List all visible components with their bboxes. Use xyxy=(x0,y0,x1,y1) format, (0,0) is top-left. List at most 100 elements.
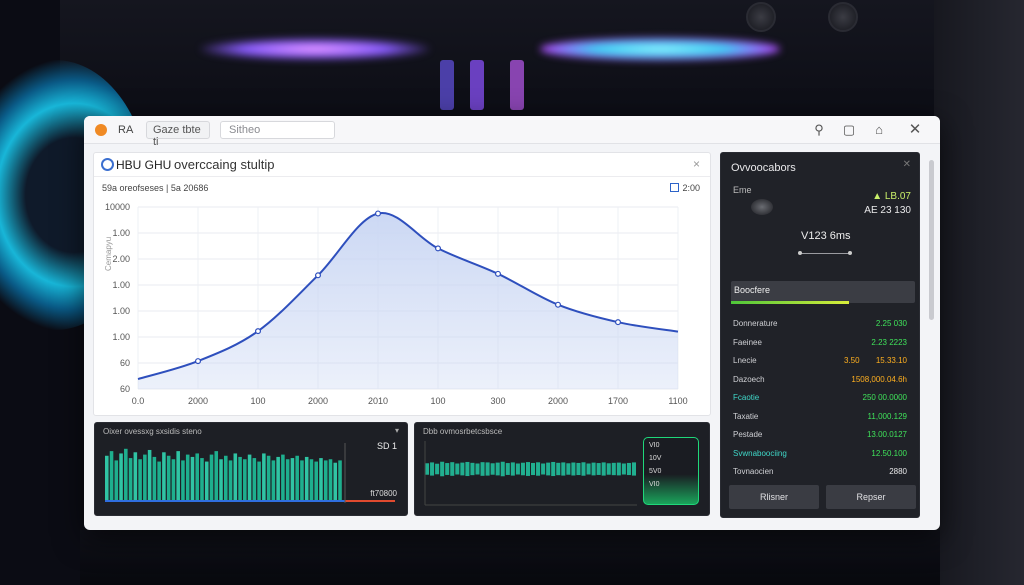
wave-bar xyxy=(606,463,611,475)
titlebar-tab[interactable]: Gaze tbte ti xyxy=(146,121,210,148)
side-delta: AE 23 130 xyxy=(864,205,911,216)
spectrum-bar xyxy=(119,453,123,501)
wave-bar xyxy=(611,462,616,476)
checkbox-icon[interactable] xyxy=(670,183,680,192)
stat-value: 2880 xyxy=(889,467,907,476)
oscillation-panel: Oixer ovessxg sxsidis steno ▾ SD 1 ft708… xyxy=(94,422,408,516)
stat-value: 2.23 2223 xyxy=(871,337,907,347)
y-tick-label: 1.00 xyxy=(112,228,130,238)
wave-bar xyxy=(541,463,546,475)
scrollbar[interactable] xyxy=(929,160,934,320)
spectrum-bar xyxy=(233,453,238,501)
stat-value: 250 00.0000 xyxy=(862,393,908,402)
stat-row: Faeinee 2.23 2223 xyxy=(733,338,913,352)
stat-value: 13.00.0127 xyxy=(866,430,907,439)
slider-track[interactable] xyxy=(798,251,852,255)
legend-item: 5V0 xyxy=(649,468,662,475)
close-icon[interactable]: ✕ xyxy=(906,121,924,139)
wave-bar xyxy=(435,463,440,475)
wave-bar xyxy=(601,462,606,476)
x-tick-label: 2000 xyxy=(188,396,208,406)
case-knob xyxy=(746,2,776,32)
spectrum-bar xyxy=(176,451,180,501)
wave-bar xyxy=(616,462,621,476)
stat-label: Donnerature xyxy=(733,319,778,328)
case-side-panel xyxy=(934,0,1024,585)
stat-row: Pestade 13.00.0127 xyxy=(733,430,913,444)
wave-bar xyxy=(500,461,505,477)
spectrum-bar xyxy=(214,451,219,501)
spectrum-bar xyxy=(328,459,333,501)
spectrum-bar xyxy=(295,455,299,501)
stat-value: 11,000.129 xyxy=(867,411,907,421)
data-point xyxy=(614,319,621,326)
spectrum-bar xyxy=(257,461,261,501)
wave-bar xyxy=(505,463,510,475)
spectrum-bar xyxy=(114,460,119,501)
spectrum-bar xyxy=(219,459,223,501)
spectrum-bar xyxy=(304,456,309,501)
legend-item: 10V xyxy=(649,455,662,462)
x-tick-label: 2000 xyxy=(308,396,328,406)
spectrum-bar xyxy=(323,460,328,501)
data-point xyxy=(495,270,502,277)
wave-bar xyxy=(631,462,636,476)
close-icon[interactable]: ✕ xyxy=(903,159,911,170)
boost-bar[interactable]: Boocfere xyxy=(731,281,915,303)
x-tick-label: 2010 xyxy=(368,396,388,406)
rgb-strip xyxy=(440,60,454,110)
window-dot-icon[interactable] xyxy=(95,124,107,136)
spectrum-bar xyxy=(309,459,314,501)
gpu-icon xyxy=(101,158,114,171)
stat-label: Tovnaocien xyxy=(733,467,774,476)
x-tick-label: 1700 xyxy=(608,396,628,406)
spectrum-bar xyxy=(109,451,114,501)
x-tick-label: 100 xyxy=(250,396,265,406)
stat-label: Lnecie xyxy=(733,356,757,365)
close-icon[interactable]: × xyxy=(693,157,700,171)
wave-bar xyxy=(470,462,475,476)
wave-bar xyxy=(510,462,515,476)
spectrum-bar xyxy=(290,458,295,501)
gpu-curve-chart: 100001.002.001.001.001.0060600.0 2000 100 2… xyxy=(105,202,688,406)
legend-item: VI0 xyxy=(649,442,660,449)
wave-bar xyxy=(581,462,586,476)
stat-value: 2.25 030 xyxy=(875,319,907,328)
minimize-icon[interactable]: ⌂ xyxy=(870,121,888,139)
spectrum-bar xyxy=(243,459,247,501)
wave-bar xyxy=(425,463,430,475)
spectrum-bar xyxy=(314,461,318,501)
spectrum-bar xyxy=(124,448,128,501)
wave-bar xyxy=(621,463,626,475)
wave-bar xyxy=(460,462,465,476)
reset-button[interactable]: Rlisner xyxy=(729,485,819,509)
rgb-fan-glow xyxy=(540,38,780,60)
stat-row: Tovnaocien 2880 xyxy=(733,467,913,481)
chat-icon[interactable]: ▢ xyxy=(840,121,858,139)
stat-row: Svwnaboociing 12.50.100 xyxy=(733,449,913,463)
stat-row: Lnecie 3.50 15.33.10 xyxy=(733,356,913,370)
chart-time[interactable]: 2:00 xyxy=(670,183,700,193)
spectrum-bar xyxy=(262,453,266,501)
chart-panel-header: HBU GHU overccaing stultip × xyxy=(94,153,710,177)
spectrum-bar xyxy=(209,454,214,501)
spectrum-bar xyxy=(276,456,280,501)
spectrum-bar xyxy=(281,454,285,501)
data-point xyxy=(435,245,442,252)
wave-bar xyxy=(546,462,551,476)
wave-bar xyxy=(485,462,490,476)
pin-icon[interactable]: ⚲ xyxy=(810,121,828,139)
data-point xyxy=(555,301,562,308)
wave-bar xyxy=(551,461,556,477)
wave-bar xyxy=(556,462,561,476)
spectrum-bar xyxy=(157,461,161,501)
stat-mid-value: 3.50 xyxy=(844,356,860,365)
spectrum-bar xyxy=(224,455,228,501)
waveform-panel: Dbb ovmosrbetcsbsce VI0 10V 5V0 VI0 xyxy=(414,422,710,516)
wave-bar xyxy=(596,463,601,475)
data-point xyxy=(375,210,382,217)
search-input[interactable]: Sitheo xyxy=(220,121,335,139)
stat-label: Fcaotie xyxy=(733,393,760,402)
gpu-brand: HBU GHU xyxy=(116,158,172,172)
apply-button[interactable]: Repser xyxy=(826,485,916,509)
